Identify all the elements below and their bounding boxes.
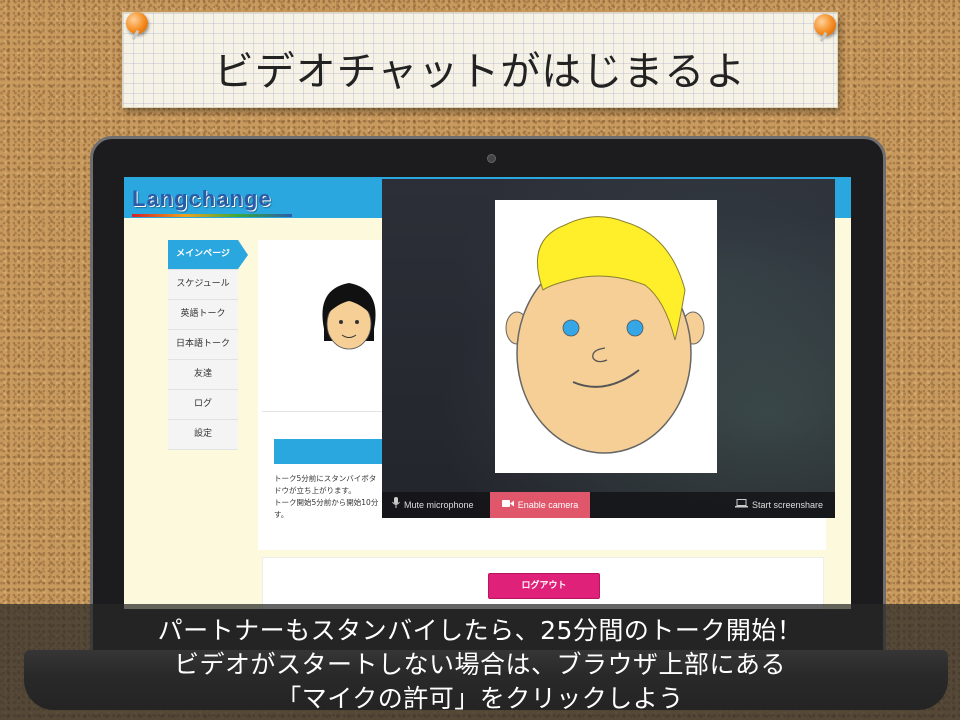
mute-microphone-button[interactable]: Mute microphone <box>392 492 474 518</box>
logout-button[interactable]: ログアウト <box>488 573 600 599</box>
mute-microphone-label: Mute microphone <box>404 500 474 510</box>
sidebar-item-japanese-talk[interactable]: 日本語トーク <box>168 330 238 360</box>
sidebar-item-schedule[interactable]: スケジュール <box>168 270 238 300</box>
partner-avatar <box>322 283 376 350</box>
video-control-bar: Mute microphone Enable camera Start scre… <box>382 492 835 518</box>
start-screenshare-button[interactable]: Start screenshare <box>734 492 823 518</box>
enable-camera-label: Enable camera <box>517 500 579 510</box>
caption-line-1: パートナーもスタンバイしたら、25分間のトーク開始！ <box>157 616 803 645</box>
caption-line-2: ビデオがスタートしない場合は、ブラウザ上部にある <box>173 650 786 679</box>
standby-description: トーク5分前にスタンバイボタ ドウが立ち上がります。 トーク開始5分前から開始1… <box>274 474 379 519</box>
sidebar-item-settings[interactable]: 設定 <box>168 420 238 450</box>
remote-video <box>495 200 717 473</box>
caption-line-3: 「マイクの許可」をクリックしよう <box>276 684 684 713</box>
start-screenshare-label: Start screenshare <box>751 500 823 510</box>
partner-face-avatar <box>505 216 705 454</box>
sidebar-item-english-talk[interactable]: 英語トーク <box>168 300 238 330</box>
pushpin-icon <box>814 14 836 36</box>
webcam-dot <box>487 154 496 163</box>
page-title: ビデオチャットがはじまるよ <box>213 49 747 95</box>
microphone-icon <box>392 492 400 518</box>
sidebar-item-main[interactable]: メインページ <box>168 240 248 270</box>
enable-camera-button[interactable]: Enable camera <box>490 492 590 518</box>
sidebar-item-log[interactable]: ログ <box>168 390 238 420</box>
pushpin-icon <box>126 12 148 34</box>
laptop-icon <box>734 492 748 518</box>
sidebar-item-friends[interactable]: 友達 <box>168 360 238 390</box>
standby-header-bar <box>274 439 390 464</box>
video-camera-icon <box>501 492 514 518</box>
logo-underline <box>132 214 292 217</box>
video-chat-window: Mute microphone Enable camera Start scre… <box>382 179 835 518</box>
site-logo[interactable]: Langchange <box>132 186 272 212</box>
title-banner: ビデオチャットがはじまるよ <box>122 12 838 108</box>
sidebar-nav: メインページ スケジュール 英語トーク 日本語トーク 友達 ログ 設定 <box>168 240 248 450</box>
